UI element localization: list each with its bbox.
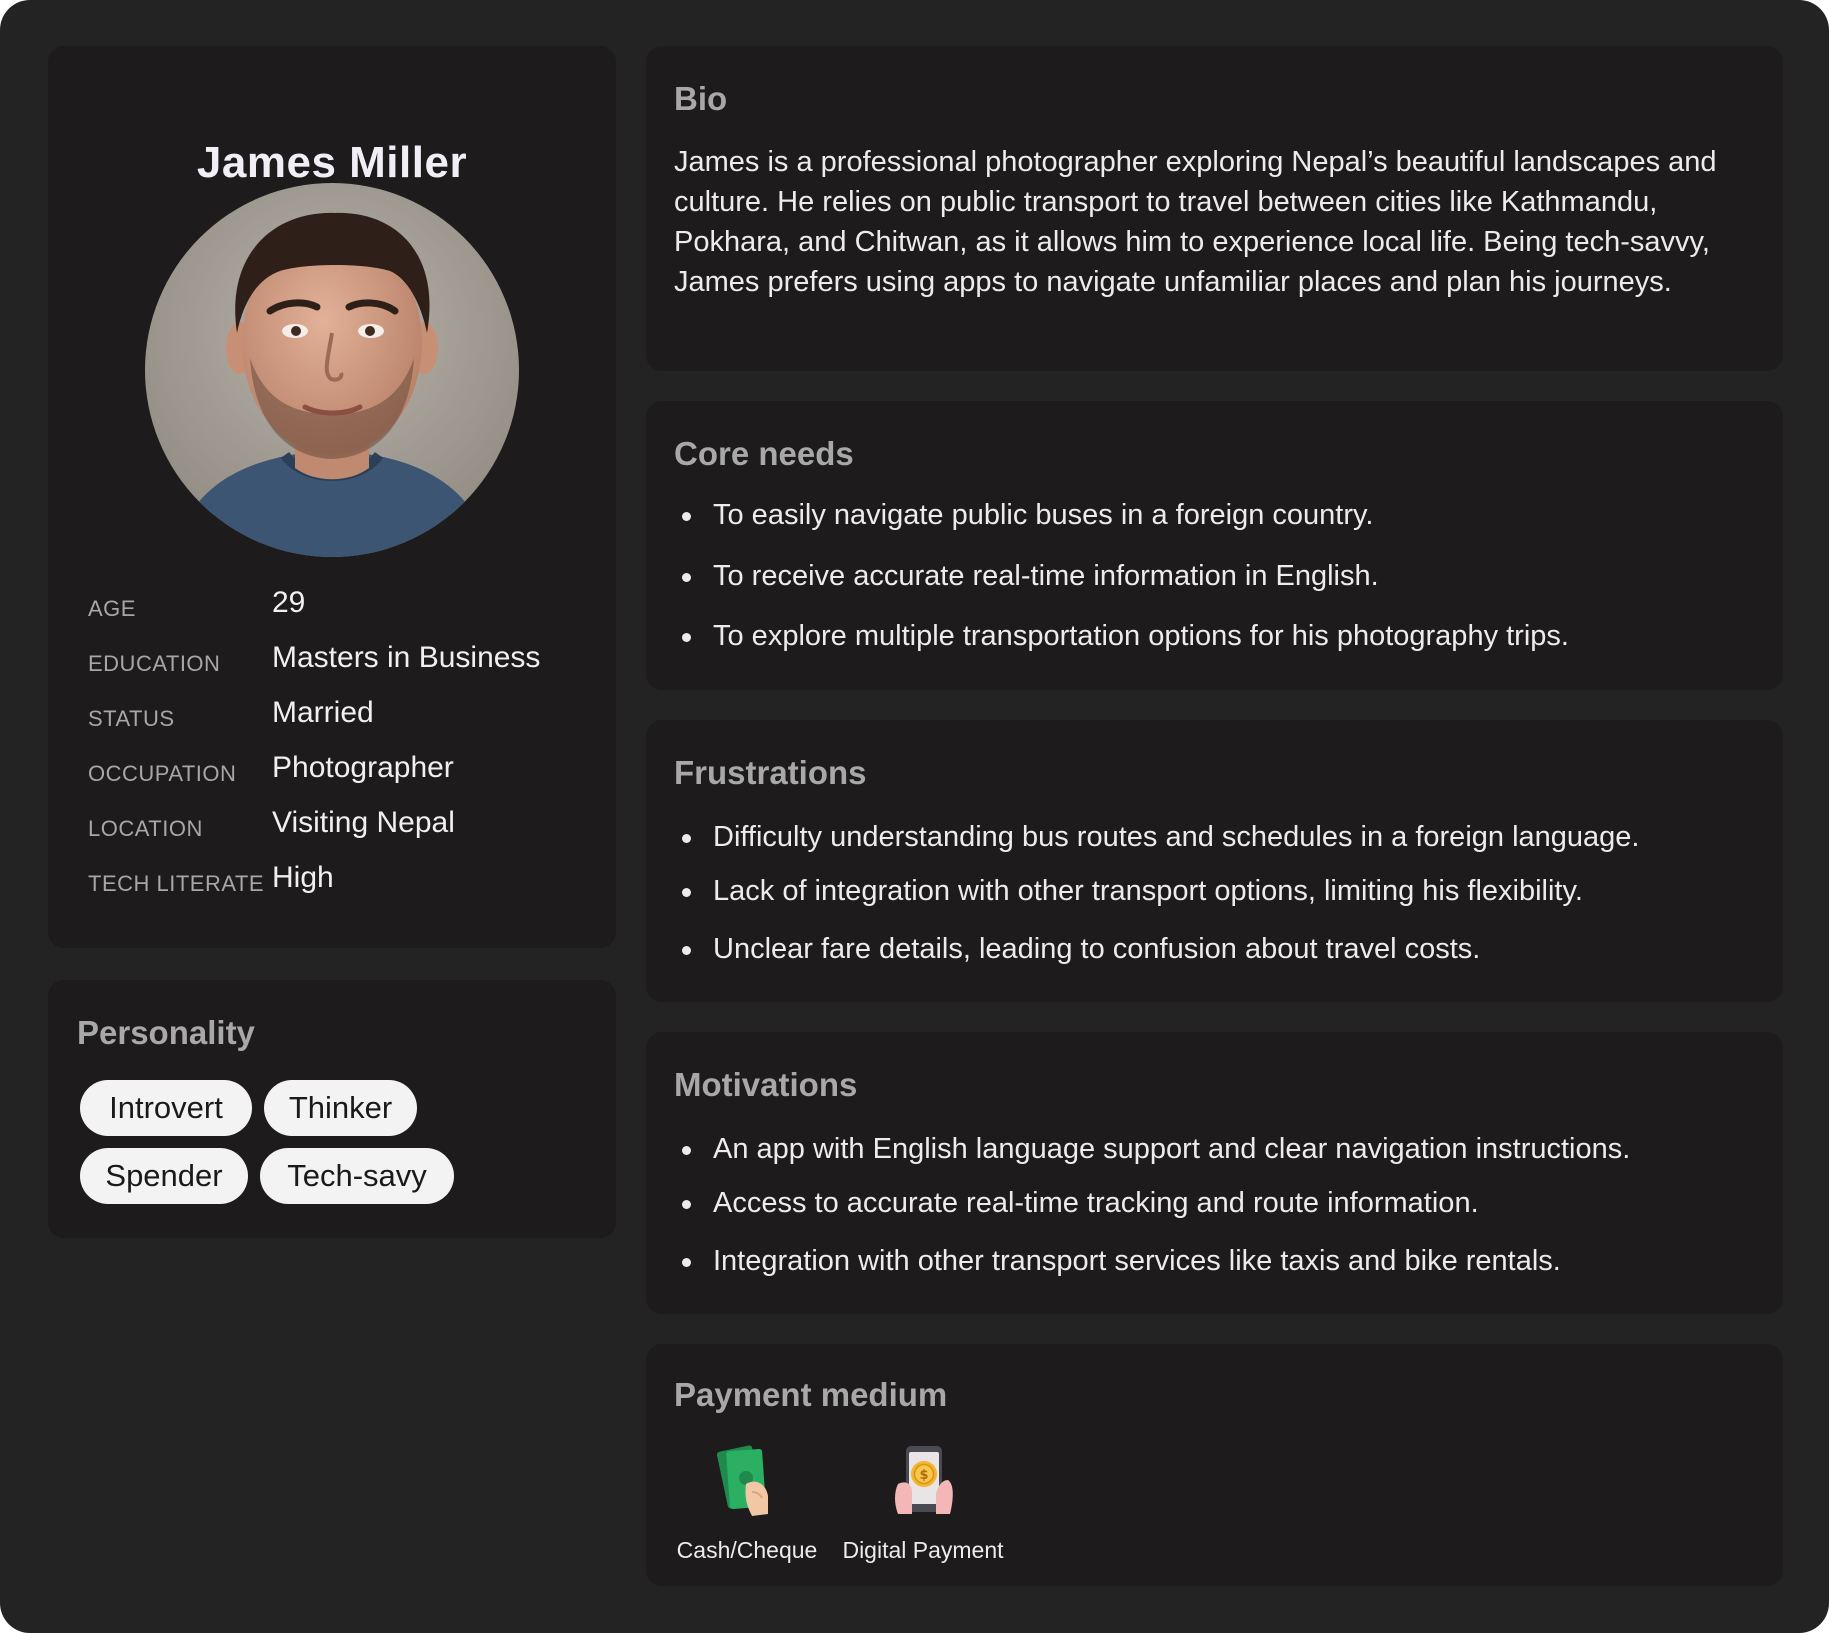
fact-label: TECH LITERATE bbox=[88, 871, 265, 896]
frustrations-title: Frustrations bbox=[674, 754, 867, 791]
list-item: Difficulty understanding bus routes and … bbox=[674, 817, 1764, 857]
motivations-title: Motivations bbox=[674, 1066, 858, 1103]
payment-label: Digital Payment bbox=[842, 1537, 1004, 1563]
fact-label: LOCATION bbox=[88, 816, 203, 841]
phone-coin-icon: $ bbox=[840, 1444, 1006, 1523]
fact-occupation: OCCUPATION Photographer bbox=[88, 751, 608, 806]
list-item: Lack of integration with other transport… bbox=[674, 871, 1764, 911]
list-item: Unclear fare details, leading to confusi… bbox=[674, 929, 1764, 969]
fact-education: EDUCATION Masters in Business bbox=[88, 641, 608, 696]
core-needs-list: To easily navigate public buses in a for… bbox=[674, 495, 1764, 656]
trait-chip: Tech-savy bbox=[260, 1148, 454, 1204]
trait-chip: Thinker bbox=[264, 1080, 417, 1136]
frustrations-card: Frustrations Difficulty understanding bu… bbox=[646, 720, 1783, 1002]
cash-hand-icon bbox=[674, 1444, 820, 1523]
bio-title: Bio bbox=[674, 80, 728, 117]
fact-age: AGE 29 bbox=[88, 586, 608, 641]
bio-card: Bio James is a professional photographer… bbox=[646, 46, 1783, 371]
personality-title: Personality bbox=[77, 1014, 255, 1051]
avatar bbox=[145, 183, 519, 557]
payment-label: Cash/Cheque bbox=[676, 1537, 818, 1563]
persona-board: James Miller AGE 29 EDUCATION Masters in… bbox=[0, 0, 1829, 1633]
svg-text:$: $ bbox=[919, 1468, 928, 1483]
motivations-card: Motivations An app with English language… bbox=[646, 1032, 1783, 1314]
profile-card: James Miller AGE 29 EDUCATION Masters in… bbox=[48, 46, 616, 948]
fact-value: Photographer bbox=[272, 751, 454, 784]
list-item: Integration with other transport service… bbox=[674, 1241, 1764, 1281]
list-item: Access to accurate real-time tracking an… bbox=[674, 1183, 1764, 1223]
list-item: To easily navigate public buses in a for… bbox=[674, 495, 1764, 535]
frustrations-list: Difficulty understanding bus routes and … bbox=[674, 817, 1764, 969]
fact-tech-literate: TECH LITERATE High bbox=[88, 861, 608, 916]
fact-location: LOCATION Visiting Nepal bbox=[88, 806, 608, 861]
fact-value: High bbox=[272, 861, 334, 894]
payment-method-cash: Cash/Cheque bbox=[674, 1444, 820, 1564]
trait-chip: Introvert bbox=[80, 1080, 252, 1136]
payment-card: Payment medium Cash/Cheque $ Digital Pay… bbox=[646, 1344, 1783, 1586]
payment-title: Payment medium bbox=[674, 1376, 948, 1413]
personality-card: Personality Introvert Thinker Spender Te… bbox=[48, 980, 616, 1238]
list-item: To receive accurate real-time informatio… bbox=[674, 556, 1764, 596]
payment-method-digital: $ Digital Payment bbox=[840, 1444, 1006, 1564]
persona-name: James Miller bbox=[196, 138, 468, 187]
fact-value: Visiting Nepal bbox=[272, 806, 455, 839]
motivations-list: An app with English language support and… bbox=[674, 1129, 1764, 1281]
list-item: An app with English language support and… bbox=[674, 1129, 1764, 1169]
list-item: To explore multiple transportation optio… bbox=[674, 616, 1764, 656]
fact-label: OCCUPATION bbox=[88, 761, 237, 786]
core-needs-card: Core needs To easily navigate public bus… bbox=[646, 401, 1783, 690]
fact-value: Married bbox=[272, 696, 374, 729]
core-needs-title: Core needs bbox=[674, 435, 854, 472]
fact-label: STATUS bbox=[88, 706, 175, 731]
fact-label: EDUCATION bbox=[88, 651, 221, 676]
fact-status: STATUS Married bbox=[88, 696, 608, 751]
fact-value: Masters in Business bbox=[272, 641, 541, 674]
profile-facts: AGE 29 EDUCATION Masters in Business STA… bbox=[88, 586, 608, 916]
bio-text: James is a professional photographer exp… bbox=[674, 146, 1717, 298]
trait-chip: Spender bbox=[80, 1148, 248, 1204]
fact-value: 29 bbox=[272, 586, 306, 619]
fact-label: AGE bbox=[88, 596, 136, 621]
